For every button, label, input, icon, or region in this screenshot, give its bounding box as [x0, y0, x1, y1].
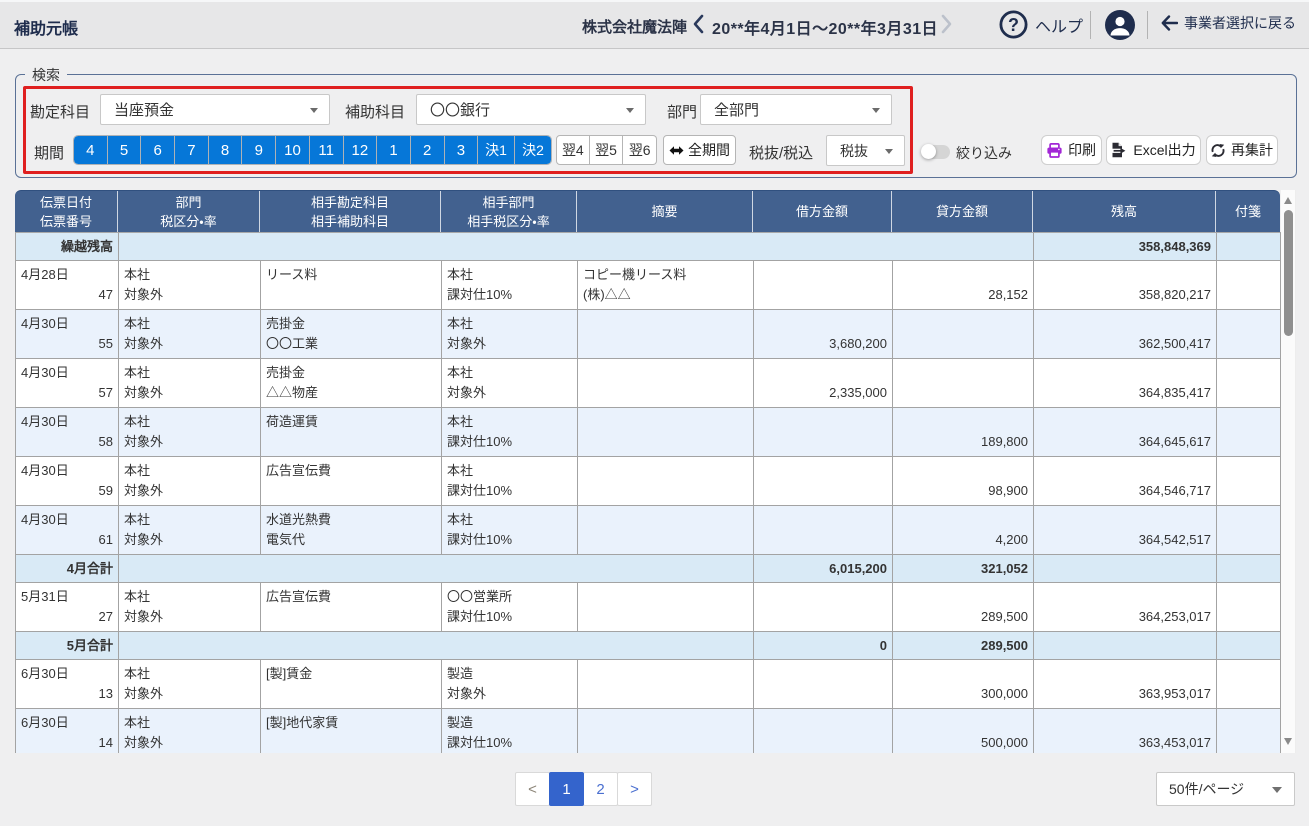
svg-text:?: ?: [1008, 15, 1019, 35]
